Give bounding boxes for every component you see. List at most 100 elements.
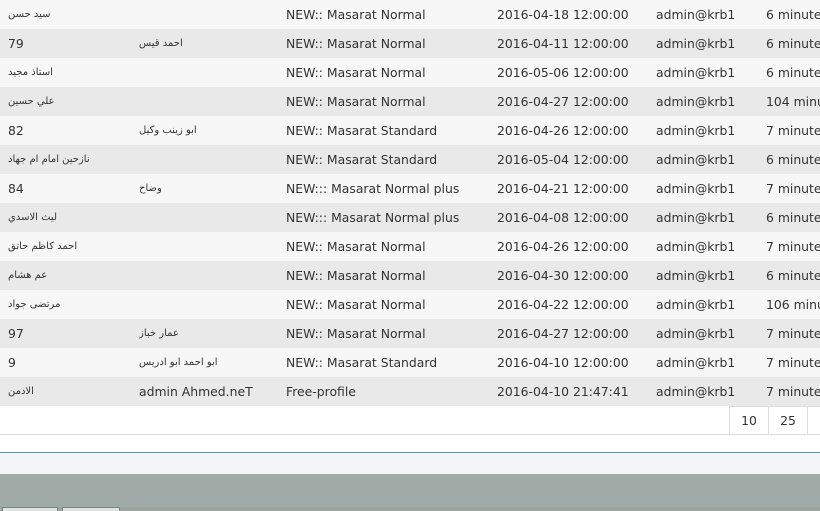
- table-cell-c0: مرتضى جواد: [8, 299, 61, 310]
- table-cell-c5: 6 minutes: [766, 210, 820, 225]
- table-cell-c2: NEW:: Masarat Normal: [286, 268, 426, 283]
- table-cell-c5: 6 minutes: [766, 152, 820, 167]
- table-cell-c2: NEW::: Masarat Normal plus: [286, 210, 460, 225]
- table-cell-c5: 6 minutes: [766, 65, 820, 80]
- table-cell-c4: admin@krb1: [656, 326, 736, 341]
- table-cell-c3: 2016-05-06 12:00:00: [497, 65, 629, 80]
- table-cell-c1: عمار خباز: [139, 328, 179, 339]
- table-cell-c4: admin@krb1: [656, 297, 736, 312]
- table-cell-c0: الادمن: [8, 386, 34, 397]
- table-cell-c0: سيد حسن: [8, 9, 51, 20]
- table-row[interactable]: 79 احمد قيس NEW:: Masarat Normal 2016-04-11…: [0, 29, 820, 58]
- table-cell-c4: admin@krb1: [656, 152, 736, 167]
- table-cell-c2: NEW:: Masarat Normal: [286, 239, 426, 254]
- table-cell-c5: 7 minutes: [766, 326, 820, 341]
- page-size-selector: 10 25: [0, 406, 820, 435]
- table-cell-c1: [139, 290, 279, 319]
- table-cell-c2: NEW:: Masarat Normal: [286, 65, 426, 80]
- table-cell-c4: admin@krb1: [656, 94, 736, 109]
- table-cell-c3: 2016-04-08 12:00:00: [497, 210, 629, 225]
- table-cell-c1: [139, 145, 279, 174]
- table-cell-c2: NEW:: Masarat Normal: [286, 94, 426, 109]
- table-cell-c0: استاذ مجيد: [8, 67, 53, 78]
- table-cell-c3: 2016-04-10 21:47:41: [497, 384, 629, 399]
- table-cell-c1: [139, 261, 279, 290]
- table-cell-c4: admin@krb1: [656, 268, 736, 283]
- table-cell-c1: admin Ahmed.neT: [139, 384, 253, 399]
- table-cell-c2: NEW:: Masarat Normal: [286, 297, 426, 312]
- table-cell-c5: 6 minutes: [766, 268, 820, 283]
- table-cell-c3: 2016-04-27 12:00:00: [497, 326, 629, 341]
- table-cell-c1: [139, 58, 279, 87]
- table-cell-c5: 7 minutes: [766, 123, 820, 138]
- table-cell-c5: 7 minutes: [766, 384, 820, 399]
- table-cell-c1: [139, 232, 279, 261]
- table-cell-c3: 2016-04-18 12:00:00: [497, 7, 629, 22]
- table-row[interactable]: استاذ مجيد NEW:: Masarat Normal 2016-05-06…: [0, 58, 820, 87]
- table-cell-c2: NEW:: Masarat Standard: [286, 355, 438, 370]
- table-row[interactable]: 84 وضاح NEW::: Masarat Normal plus 2016-04-…: [0, 174, 820, 203]
- table-cell-c3: 2016-04-26 12:00:00: [497, 123, 629, 138]
- table-cell-c5: 7 minutes: [766, 355, 820, 370]
- table-cell-c0: 82: [8, 123, 24, 138]
- table-cell-c0: نازحين امام ام جهاد: [8, 154, 90, 165]
- page-size-more-button[interactable]: [807, 406, 820, 435]
- table-row[interactable]: 82 ابو زينب وكيل NEW:: Masarat Standard 201…: [0, 116, 820, 145]
- table-cell-c1: ابو زينب وكيل: [139, 125, 197, 136]
- table-cell-c1: ابو احمد ابو ادريس: [139, 357, 218, 368]
- table-row[interactable]: سيد حسن NEW:: Masarat Normal 2016-04-18 12…: [0, 0, 820, 29]
- table-cell-c3: 2016-04-10 12:00:00: [497, 355, 629, 370]
- page-size-10-button[interactable]: 10: [729, 406, 769, 435]
- table-row[interactable]: علي حسين NEW:: Masarat Normal 2016-04-27 1…: [0, 87, 820, 116]
- panel-divider: [0, 452, 820, 475]
- table-cell-c4: admin@krb1: [656, 384, 736, 399]
- table-cell-c0: 9: [8, 355, 16, 370]
- table-row[interactable]: 9 ابو احمد ابو ادريس NEW:: Masarat Standar…: [0, 348, 820, 377]
- table-cell-c3: 2016-05-04 12:00:00: [497, 152, 629, 167]
- table-cell-c1: [139, 87, 279, 116]
- table-cell-c0: احمد كاظم حاتق: [8, 241, 78, 252]
- table-row[interactable]: الادمن admin Ahmed.neT Free-profile 2016-04…: [0, 377, 820, 406]
- table-row[interactable]: نازحين امام ام جهاد NEW:: Masarat Standar…: [0, 145, 820, 174]
- table-cell-c4: admin@krb1: [656, 355, 736, 370]
- page-size-25-button[interactable]: 25: [768, 406, 808, 435]
- table-row[interactable]: ليث الاسدي NEW::: Masarat Normal plus 2016…: [0, 203, 820, 232]
- table-cell-c1: [139, 203, 279, 232]
- table-cell-c0: ليث الاسدي: [8, 212, 57, 223]
- table-cell-c5: 106 minut: [766, 297, 820, 312]
- taskbar-strip: [0, 507, 820, 511]
- table-cell-c4: admin@krb1: [656, 239, 736, 254]
- taskbar-button[interactable]: [62, 507, 120, 511]
- table-cell-c4: admin@krb1: [656, 65, 736, 80]
- table-cell-c0: علي حسين: [8, 96, 55, 107]
- table-row[interactable]: 97 عمار خباز NEW:: Masarat Normal 2016-04-2…: [0, 319, 820, 348]
- table-cell-c2: Free-profile: [286, 384, 356, 399]
- table-cell-c0: عم هشام: [8, 270, 48, 281]
- table-row[interactable]: مرتضى جواد NEW:: Masarat Normal 2016-04-22…: [0, 290, 820, 319]
- table-cell-c5: 7 minutes: [766, 239, 820, 254]
- table-cell-c3: 2016-04-22 12:00:00: [497, 297, 629, 312]
- table-cell-c2: NEW:: Masarat Standard: [286, 123, 438, 138]
- table-cell-c3: 2016-04-26 12:00:00: [497, 239, 629, 254]
- table-cell-c1: وضاح: [139, 183, 162, 194]
- table-cell-c2: NEW:: Masarat Normal: [286, 326, 426, 341]
- table-cell-c1: احمد قيس: [139, 38, 183, 49]
- taskbar-button[interactable]: [2, 507, 58, 511]
- table-row[interactable]: احمد كاظم حاتق NEW:: Masarat Normal 2016-0…: [0, 232, 820, 261]
- table-cell-c5: 104 minut: [766, 94, 820, 109]
- table-cell-c2: NEW:: Masarat Normal: [286, 7, 426, 22]
- table-cell-c3: 2016-04-21 12:00:00: [497, 181, 629, 196]
- table-cell-c0: 84: [8, 181, 24, 196]
- table-cell-c4: admin@krb1: [656, 7, 736, 22]
- table-cell-c4: admin@krb1: [656, 36, 736, 51]
- table-cell-c3: 2016-04-27 12:00:00: [497, 94, 629, 109]
- table-cell-c5: 6 minutes: [766, 7, 820, 22]
- table-cell-c5: 7 minutes: [766, 181, 820, 196]
- users-table: سيد حسن NEW:: Masarat Normal 2016-04-18 12…: [0, 0, 820, 406]
- table-cell-c5: 6 minutes: [766, 36, 820, 51]
- table-cell-c3: 2016-04-11 12:00:00: [497, 36, 629, 51]
- table-cell-c0: 97: [8, 326, 24, 341]
- table-cell-c2: NEW:: Masarat Normal: [286, 36, 426, 51]
- table-cell-c2: NEW::: Masarat Normal plus: [286, 181, 460, 196]
- table-row[interactable]: عم هشام NEW:: Masarat Normal 2016-04-30 12…: [0, 261, 820, 290]
